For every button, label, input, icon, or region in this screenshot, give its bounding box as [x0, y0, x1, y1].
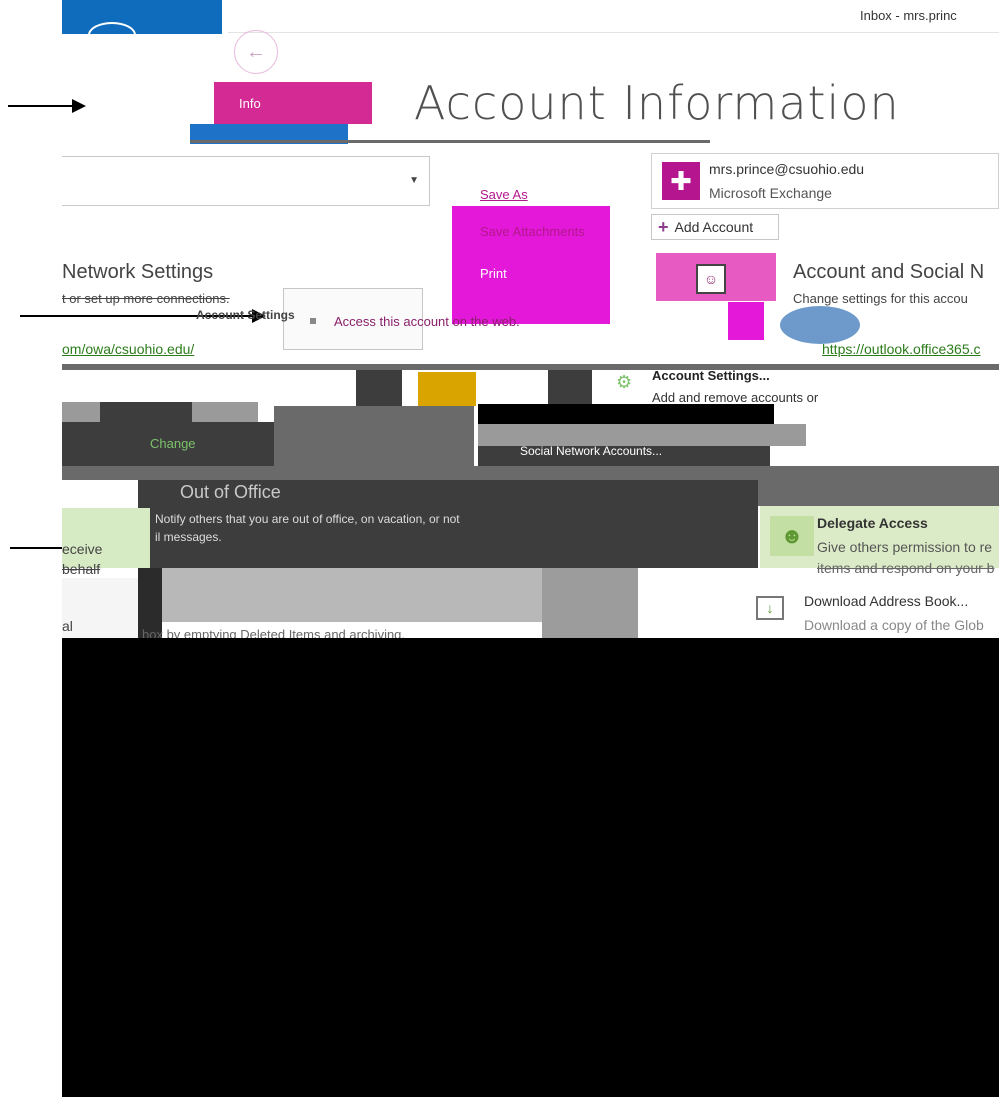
glitch-block [478, 424, 806, 446]
download-address-book-desc: Download a copy of the Glob [804, 617, 984, 633]
download-address-book-button[interactable]: ↓ Download Address Book... Download a co… [748, 580, 999, 638]
download-address-book-title: Download Address Book... [804, 593, 969, 609]
add-account-label: Add Account [674, 219, 754, 235]
network-settings-heading: Network Settings [62, 261, 214, 283]
exchange-icon: ✚ [662, 162, 700, 200]
glitch-block [100, 402, 192, 422]
account-settings-label: Account Settings [196, 308, 295, 322]
delegate-access-title: Delegate Access [817, 515, 928, 531]
add-account-button[interactable]: + Add Account [651, 214, 779, 240]
glitch-block [542, 568, 638, 638]
glitch-block [274, 406, 474, 466]
web-access-hint: Access this account on the web. [334, 314, 520, 329]
nav-item-info[interactable]: Info [214, 82, 372, 124]
menu-item-save-as[interactable]: Save As [480, 187, 528, 202]
menu-social-network-accounts[interactable]: Social Network Accounts... [520, 444, 662, 458]
account-email: mrs.prince@csuohio.edu [709, 161, 865, 177]
out-of-office-title: Out of Office [180, 482, 281, 502]
menu-account-settings-desc: Add and remove accounts or [652, 390, 819, 405]
back-arrow-icon: ← [246, 40, 266, 63]
change-button[interactable]: Change [150, 436, 196, 451]
outlook-url-link[interactable]: https://outlook.office365.c [822, 341, 981, 357]
menu-item-print[interactable]: Print [480, 266, 507, 281]
glitch-block [758, 480, 999, 506]
owa-link[interactable]: om/owa/csuohio.edu/ [62, 341, 194, 357]
green-tile [62, 508, 150, 568]
glitch-block [162, 568, 542, 622]
account-dropdown[interactable]: ▼ [62, 156, 430, 206]
account-settings-icon: ⚙ [616, 372, 633, 392]
menu-item-save-attachments[interactable]: Save Attachments [480, 224, 585, 239]
chevron-down-icon: ▼ [409, 175, 419, 186]
glitch-band [62, 364, 999, 370]
title-divider [228, 32, 999, 33]
person-gear-icon: ☺ [696, 264, 726, 294]
social-settings-description: Change settings for this accou [793, 291, 968, 306]
bullet-icon [310, 318, 316, 324]
left-panel-rest [62, 578, 138, 638]
out-of-office-desc-2: il messages. [155, 530, 222, 544]
menu-account-settings[interactable]: Account Settings... [652, 368, 770, 383]
glitch-block [478, 404, 774, 424]
delegate-access-button[interactable]: ☻ Delegate Access Give others permission… [760, 506, 999, 568]
delegate-access-desc: Give others permission to re [817, 539, 993, 555]
address-book-download-icon: ↓ [756, 596, 784, 620]
delegate-access-desc-2: items and respond on your b [817, 560, 995, 576]
app-logo-icon [88, 22, 136, 48]
account-type: Microsoft Exchange [709, 185, 832, 201]
left-fragment-behalf: behalf [62, 561, 101, 577]
account-card[interactable]: ✚ mrs.prince@csuohio.edu Microsoft Excha… [651, 153, 999, 209]
nav-divider [190, 140, 710, 143]
people-icon: ☻ [770, 516, 814, 556]
glitch-block [418, 372, 476, 406]
plus-icon: + [658, 216, 669, 237]
decorative-blob [780, 306, 860, 344]
window-title: Inbox - mrs.princ [860, 8, 957, 23]
occluded-region [62, 638, 999, 1097]
out-of-office-desc-1: Notify others that you are out of office… [155, 512, 460, 526]
social-settings-heading: Account and Social N [793, 261, 985, 283]
left-fragment-receive: eceive [62, 541, 103, 557]
annotation-arrow [8, 99, 86, 113]
magenta-block [728, 302, 764, 340]
app-brand-tile [62, 0, 222, 34]
left-fragment-al: al [62, 618, 73, 634]
glitch-block [356, 370, 402, 406]
back-button[interactable]: ← [234, 30, 278, 74]
page-title: Account Information [414, 76, 900, 130]
glitch-band [62, 466, 999, 480]
network-settings-description: t or set up more connections. [62, 291, 230, 306]
